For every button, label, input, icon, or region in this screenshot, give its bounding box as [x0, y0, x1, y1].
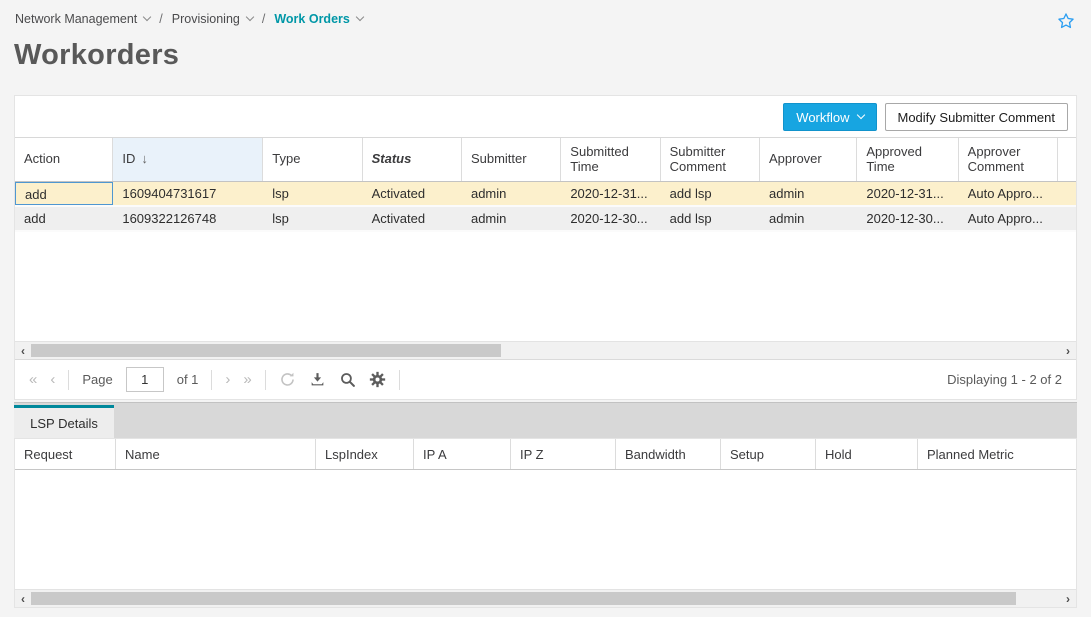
cell-approved-time[interactable]: 2020-12-30... [857, 207, 958, 230]
page-label: Page [82, 372, 112, 387]
breadcrumb-network-management[interactable]: Network Management [15, 12, 150, 26]
page-of-label: of 1 [177, 372, 199, 387]
column-header-action[interactable]: Action [15, 138, 113, 181]
scroll-left-icon[interactable]: ‹ [15, 342, 31, 359]
column-header-submitter[interactable]: Submitter [462, 138, 561, 181]
breadcrumb-work-orders[interactable]: Work Orders [274, 12, 363, 26]
last-page-icon[interactable]: » [243, 372, 251, 387]
column-header-lspindex[interactable]: LspIndex [316, 439, 414, 469]
cell-approver-comment[interactable]: Auto Appro... [959, 182, 1058, 205]
breadcrumb-provisioning[interactable]: Provisioning [172, 12, 253, 26]
cell-type[interactable]: lsp [263, 207, 362, 230]
cell-status[interactable]: Activated [363, 207, 462, 230]
column-header-submitted-time[interactable]: Submitted Time [561, 138, 660, 181]
scroll-left-icon[interactable]: ‹ [15, 590, 31, 607]
toolbar-separator [399, 370, 400, 390]
column-header-planned-metric[interactable]: Planned Metric [918, 439, 1076, 469]
workorders-horizontal-scrollbar[interactable]: ‹ › [15, 341, 1076, 359]
cell-type[interactable]: lsp [263, 182, 362, 205]
workflow-button[interactable]: Workflow [783, 103, 876, 131]
column-header-ip-a[interactable]: IP A [414, 439, 511, 469]
cell-submitted-time[interactable]: 2020-12-30... [561, 207, 660, 230]
cell-submitted-time[interactable]: 2020-12-31... [561, 182, 660, 205]
cell-filler [1058, 182, 1076, 205]
cell-submitter-comment[interactable]: add lsp [661, 182, 760, 205]
chevron-down-icon [143, 13, 151, 21]
column-header-ip-z[interactable]: IP Z [511, 439, 616, 469]
displaying-status: Displaying 1 - 2 of 2 [947, 372, 1062, 387]
cell-approver-comment[interactable]: Auto Appro... [959, 207, 1058, 230]
cell-submitter-comment[interactable]: add lsp [661, 207, 760, 230]
table-empty-area [15, 232, 1076, 341]
column-header-filler [1058, 138, 1076, 181]
column-header-id[interactable]: ID ↓ [113, 138, 263, 181]
lsp-details-horizontal-scrollbar[interactable]: ‹ › [15, 589, 1076, 607]
column-header-name[interactable]: Name [116, 439, 316, 469]
table-row[interactable]: add 1609322126748 lsp Activated admin 20… [15, 207, 1076, 232]
breadcrumb: Network Management / Provisioning / Work… [15, 12, 363, 26]
lsp-details-table-header: Request Name LspIndex IP A IP Z Bandwidt… [15, 439, 1076, 470]
column-header-status[interactable]: Status [363, 138, 462, 181]
sort-descending-icon: ↓ [141, 152, 148, 167]
cell-approver[interactable]: admin [760, 207, 857, 230]
column-header-approved-time[interactable]: Approved Time [857, 138, 958, 181]
cell-status[interactable]: Activated [363, 182, 462, 205]
page-number-input[interactable] [126, 367, 164, 392]
breadcrumb-separator: / [262, 12, 265, 26]
breadcrumb-label: Work Orders [274, 12, 350, 26]
cell-approver[interactable]: admin [760, 182, 857, 205]
action-toolbar: Workflow Modify Submitter Comment [15, 96, 1076, 137]
cell-id[interactable]: 1609404731617 [113, 182, 263, 205]
toolbar-separator [265, 370, 266, 390]
cell-submitter[interactable]: admin [462, 182, 561, 205]
first-page-icon[interactable]: « [29, 372, 37, 387]
cell-approved-time[interactable]: 2020-12-31... [857, 182, 958, 205]
details-tabstrip: LSP Details [14, 402, 1077, 438]
scrollbar-thumb[interactable] [31, 592, 1016, 605]
column-header-label: ID [122, 152, 135, 167]
workflow-button-label: Workflow [796, 110, 849, 125]
column-header-type[interactable]: Type [263, 138, 362, 181]
breadcrumb-separator: / [159, 12, 162, 26]
export-download-icon[interactable] [309, 371, 326, 388]
page-title: Workorders [14, 39, 179, 72]
cell-action[interactable]: add [15, 182, 113, 205]
cell-submitter[interactable]: admin [462, 207, 561, 230]
column-header-approver-comment[interactable]: Approver Comment [959, 138, 1058, 181]
scrollbar-thumb[interactable] [31, 344, 501, 357]
cell-action[interactable]: add [15, 207, 113, 230]
modify-submitter-comment-button[interactable]: Modify Submitter Comment [885, 103, 1069, 131]
toolbar-separator [68, 370, 69, 390]
workorders-panel: Workflow Modify Submitter Comment Action… [14, 95, 1077, 400]
column-header-setup[interactable]: Setup [721, 439, 816, 469]
cell-filler [1058, 207, 1076, 230]
workorders-page: { "breadcrumb": { "separator": "/", "ite… [0, 0, 1091, 617]
workorders-table-header: Action ID ↓ Type Status Submitter Submit… [15, 137, 1076, 182]
breadcrumb-label: Network Management [15, 12, 137, 26]
refresh-icon[interactable] [279, 371, 296, 388]
prev-page-icon[interactable]: ‹ [50, 372, 55, 387]
tab-lsp-details[interactable]: LSP Details [14, 405, 114, 438]
scroll-right-icon[interactable]: › [1060, 590, 1076, 607]
lsp-details-panel: Request Name LspIndex IP A IP Z Bandwidt… [14, 438, 1077, 608]
scroll-right-icon[interactable]: › [1060, 342, 1076, 359]
next-page-icon[interactable]: › [225, 372, 230, 387]
table-row[interactable]: add 1609404731617 lsp Activated admin 20… [15, 182, 1076, 207]
favorite-star-icon[interactable] [1056, 11, 1076, 31]
column-header-submitter-comment[interactable]: Submitter Comment [661, 138, 760, 181]
toolbar-separator [211, 370, 212, 390]
lsp-details-empty-area [15, 470, 1076, 589]
settings-gear-icon[interactable] [369, 371, 386, 388]
chevron-down-icon [356, 13, 364, 21]
chevron-down-icon [856, 110, 864, 118]
chevron-down-icon [246, 13, 254, 21]
cell-id[interactable]: 1609322126748 [113, 207, 263, 230]
column-header-approver[interactable]: Approver [760, 138, 857, 181]
pagination-toolbar: « ‹ Page of 1 › » [15, 359, 1076, 399]
column-header-request[interactable]: Request [15, 439, 116, 469]
search-icon[interactable] [339, 371, 356, 388]
column-header-hold[interactable]: Hold [816, 439, 918, 469]
column-header-bandwidth[interactable]: Bandwidth [616, 439, 721, 469]
breadcrumb-label: Provisioning [172, 12, 240, 26]
